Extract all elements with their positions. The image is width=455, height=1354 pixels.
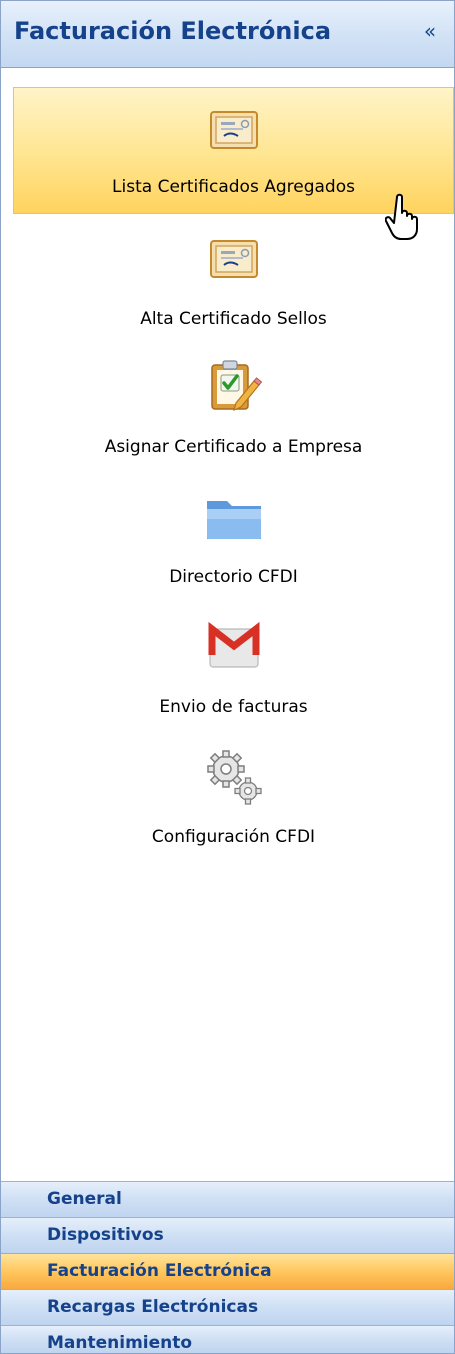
certificate-icon bbox=[209, 240, 258, 278]
folder-icon bbox=[206, 501, 261, 539]
menu-item-envio-facturas[interactable]: Envio de facturas bbox=[13, 609, 454, 729]
collapse-icon[interactable]: « bbox=[418, 19, 442, 43]
sidebar-panel: Facturación Electrónica « Lista Certific… bbox=[0, 0, 455, 1354]
nav-bar-label: General bbox=[47, 1189, 122, 1209]
menu-item-directorio-cfdi[interactable]: Directorio CFDI bbox=[13, 479, 454, 599]
menu-item-asignar-certificado[interactable]: Asignar Certificado a Empresa bbox=[13, 351, 454, 471]
menu-item-label: Directorio CFDI bbox=[169, 567, 298, 587]
menu-item-label: Envio de facturas bbox=[159, 697, 308, 717]
nav-bar-label: Mantenimiento bbox=[47, 1333, 193, 1353]
clipboard-check-icon bbox=[210, 360, 262, 412]
nav-bar-facturacion-electronica[interactable]: Facturación Electrónica bbox=[1, 1253, 454, 1289]
nav-bar-label: Dispositivos bbox=[47, 1225, 164, 1245]
gmail-icon bbox=[208, 621, 259, 668]
certificate-icon bbox=[209, 111, 258, 149]
hand-cursor-icon bbox=[385, 193, 418, 240]
menu-item-label: Asignar Certificado a Empresa bbox=[104, 437, 363, 457]
panel-title: Facturación Electrónica bbox=[14, 17, 332, 45]
panel-header: Facturación Electrónica « bbox=[1, 1, 454, 68]
nav-bar-dispositivos[interactable]: Dispositivos bbox=[1, 1217, 454, 1253]
menu-item-label: Alta Certificado Sellos bbox=[140, 309, 327, 329]
menu-item-configuracion-cfdi[interactable]: Configuración CFDI bbox=[13, 739, 454, 859]
gears-icon bbox=[206, 750, 262, 805]
nav-bar-general[interactable]: General bbox=[1, 1181, 454, 1217]
nav-bar-recargas-electronicas[interactable]: Recargas Electrónicas bbox=[1, 1289, 454, 1325]
menu-item-label: Configuración CFDI bbox=[151, 827, 316, 847]
nav-bar-mantenimiento[interactable]: Mantenimiento bbox=[1, 1325, 454, 1353]
nav-bar-label: Recargas Electrónicas bbox=[47, 1297, 259, 1317]
nav-bar-label: Facturación Electrónica bbox=[47, 1261, 272, 1281]
